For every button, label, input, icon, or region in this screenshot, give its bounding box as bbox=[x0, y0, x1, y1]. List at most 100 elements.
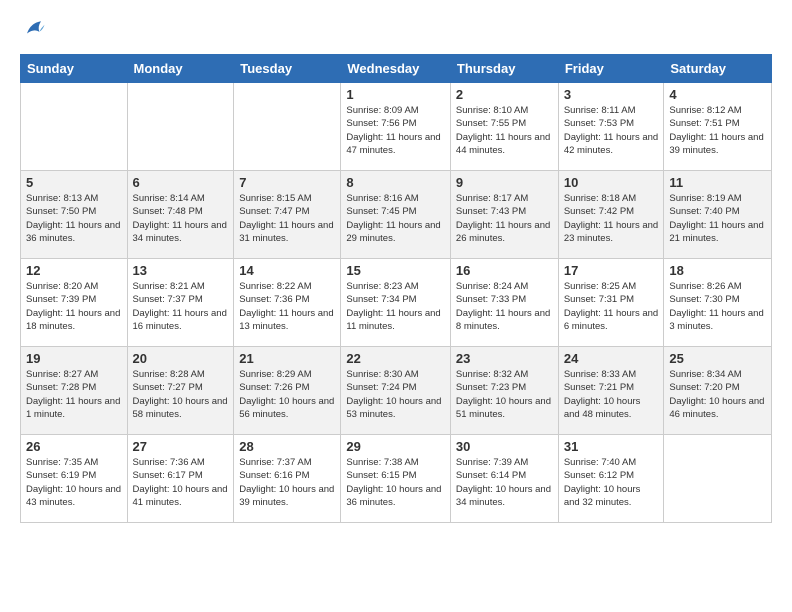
day-number: 29 bbox=[346, 439, 445, 454]
day-number: 8 bbox=[346, 175, 445, 190]
day-number: 19 bbox=[26, 351, 122, 366]
logo-bird-icon bbox=[20, 16, 48, 44]
day-number: 12 bbox=[26, 263, 122, 278]
calendar-cell: 15 Sunrise: 8:23 AM Sunset: 7:34 PM Dayli… bbox=[341, 259, 451, 347]
day-info: Sunrise: 8:16 AM Sunset: 7:45 PM Dayligh… bbox=[346, 192, 445, 245]
day-info: Sunrise: 8:14 AM Sunset: 7:48 PM Dayligh… bbox=[133, 192, 229, 245]
day-info: Sunrise: 8:26 AM Sunset: 7:30 PM Dayligh… bbox=[669, 280, 766, 333]
day-info: Sunrise: 8:12 AM Sunset: 7:51 PM Dayligh… bbox=[669, 104, 766, 157]
day-info: Sunrise: 8:28 AM Sunset: 7:27 PM Dayligh… bbox=[133, 368, 229, 421]
day-number: 6 bbox=[133, 175, 229, 190]
calendar-cell: 30 Sunrise: 7:39 AM Sunset: 6:14 PM Dayli… bbox=[450, 435, 558, 523]
day-info: Sunrise: 8:13 AM Sunset: 7:50 PM Dayligh… bbox=[26, 192, 122, 245]
day-number: 14 bbox=[239, 263, 335, 278]
day-number: 27 bbox=[133, 439, 229, 454]
day-number: 30 bbox=[456, 439, 553, 454]
day-info: Sunrise: 8:17 AM Sunset: 7:43 PM Dayligh… bbox=[456, 192, 553, 245]
day-info: Sunrise: 7:40 AM Sunset: 6:12 PM Dayligh… bbox=[564, 456, 659, 509]
day-info: Sunrise: 8:24 AM Sunset: 7:33 PM Dayligh… bbox=[456, 280, 553, 333]
calendar-cell: 23 Sunrise: 8:32 AM Sunset: 7:23 PM Dayli… bbox=[450, 347, 558, 435]
calendar-cell: 2 Sunrise: 8:10 AM Sunset: 7:55 PM Daylig… bbox=[450, 83, 558, 171]
day-number: 17 bbox=[564, 263, 659, 278]
calendar-cell: 9 Sunrise: 8:17 AM Sunset: 7:43 PM Daylig… bbox=[450, 171, 558, 259]
calendar-cell: 18 Sunrise: 8:26 AM Sunset: 7:30 PM Dayli… bbox=[664, 259, 772, 347]
calendar-cell: 24 Sunrise: 8:33 AM Sunset: 7:21 PM Dayli… bbox=[558, 347, 664, 435]
calendar-cell: 10 Sunrise: 8:18 AM Sunset: 7:42 PM Dayli… bbox=[558, 171, 664, 259]
day-info: Sunrise: 8:34 AM Sunset: 7:20 PM Dayligh… bbox=[669, 368, 766, 421]
calendar-cell: 27 Sunrise: 7:36 AM Sunset: 6:17 PM Dayli… bbox=[127, 435, 234, 523]
day-info: Sunrise: 8:15 AM Sunset: 7:47 PM Dayligh… bbox=[239, 192, 335, 245]
day-info: Sunrise: 7:37 AM Sunset: 6:16 PM Dayligh… bbox=[239, 456, 335, 509]
day-number: 23 bbox=[456, 351, 553, 366]
day-info: Sunrise: 7:38 AM Sunset: 6:15 PM Dayligh… bbox=[346, 456, 445, 509]
logo bbox=[20, 16, 52, 44]
day-info: Sunrise: 8:11 AM Sunset: 7:53 PM Dayligh… bbox=[564, 104, 659, 157]
day-number: 26 bbox=[26, 439, 122, 454]
calendar-cell: 28 Sunrise: 7:37 AM Sunset: 6:16 PM Dayli… bbox=[234, 435, 341, 523]
page: SundayMondayTuesdayWednesdayThursdayFrid… bbox=[0, 0, 792, 612]
weekday-header: Saturday bbox=[664, 55, 772, 83]
calendar-cell: 17 Sunrise: 8:25 AM Sunset: 7:31 PM Dayli… bbox=[558, 259, 664, 347]
header bbox=[20, 16, 772, 44]
calendar-cell bbox=[127, 83, 234, 171]
weekday-header: Tuesday bbox=[234, 55, 341, 83]
day-info: Sunrise: 8:22 AM Sunset: 7:36 PM Dayligh… bbox=[239, 280, 335, 333]
day-number: 18 bbox=[669, 263, 766, 278]
calendar-cell: 4 Sunrise: 8:12 AM Sunset: 7:51 PM Daylig… bbox=[664, 83, 772, 171]
day-number: 22 bbox=[346, 351, 445, 366]
weekday-header: Thursday bbox=[450, 55, 558, 83]
calendar-cell: 12 Sunrise: 8:20 AM Sunset: 7:39 PM Dayli… bbox=[21, 259, 128, 347]
day-number: 25 bbox=[669, 351, 766, 366]
calendar-week-row: 1 Sunrise: 8:09 AM Sunset: 7:56 PM Daylig… bbox=[21, 83, 772, 171]
day-info: Sunrise: 8:30 AM Sunset: 7:24 PM Dayligh… bbox=[346, 368, 445, 421]
calendar-cell: 7 Sunrise: 8:15 AM Sunset: 7:47 PM Daylig… bbox=[234, 171, 341, 259]
calendar-header-row: SundayMondayTuesdayWednesdayThursdayFrid… bbox=[21, 55, 772, 83]
calendar-cell: 20 Sunrise: 8:28 AM Sunset: 7:27 PM Dayli… bbox=[127, 347, 234, 435]
calendar-cell: 8 Sunrise: 8:16 AM Sunset: 7:45 PM Daylig… bbox=[341, 171, 451, 259]
calendar-week-row: 5 Sunrise: 8:13 AM Sunset: 7:50 PM Daylig… bbox=[21, 171, 772, 259]
weekday-header: Monday bbox=[127, 55, 234, 83]
day-info: Sunrise: 8:20 AM Sunset: 7:39 PM Dayligh… bbox=[26, 280, 122, 333]
day-number: 15 bbox=[346, 263, 445, 278]
day-info: Sunrise: 8:18 AM Sunset: 7:42 PM Dayligh… bbox=[564, 192, 659, 245]
calendar-cell: 3 Sunrise: 8:11 AM Sunset: 7:53 PM Daylig… bbox=[558, 83, 664, 171]
day-number: 4 bbox=[669, 87, 766, 102]
calendar-cell: 6 Sunrise: 8:14 AM Sunset: 7:48 PM Daylig… bbox=[127, 171, 234, 259]
day-info: Sunrise: 8:25 AM Sunset: 7:31 PM Dayligh… bbox=[564, 280, 659, 333]
day-info: Sunrise: 8:23 AM Sunset: 7:34 PM Dayligh… bbox=[346, 280, 445, 333]
calendar-cell: 11Sunrise: 8:19 AM Sunset: 7:40 PM Dayli… bbox=[664, 171, 772, 259]
day-number: 2 bbox=[456, 87, 553, 102]
calendar-week-row: 26 Sunrise: 7:35 AM Sunset: 6:19 PM Dayli… bbox=[21, 435, 772, 523]
day-number: 5 bbox=[26, 175, 122, 190]
calendar-cell bbox=[21, 83, 128, 171]
day-number: 13 bbox=[133, 263, 229, 278]
calendar-week-row: 19 Sunrise: 8:27 AM Sunset: 7:28 PM Dayli… bbox=[21, 347, 772, 435]
day-number: 10 bbox=[564, 175, 659, 190]
calendar-cell: 26 Sunrise: 7:35 AM Sunset: 6:19 PM Dayli… bbox=[21, 435, 128, 523]
day-info: Sunrise: 8:27 AM Sunset: 7:28 PM Dayligh… bbox=[26, 368, 122, 421]
weekday-header: Sunday bbox=[21, 55, 128, 83]
weekday-header: Wednesday bbox=[341, 55, 451, 83]
day-number: 7 bbox=[239, 175, 335, 190]
day-info: Sunrise: 7:39 AM Sunset: 6:14 PM Dayligh… bbox=[456, 456, 553, 509]
calendar-cell: 14 Sunrise: 8:22 AM Sunset: 7:36 PM Dayli… bbox=[234, 259, 341, 347]
calendar-table: SundayMondayTuesdayWednesdayThursdayFrid… bbox=[20, 54, 772, 523]
day-info: Sunrise: 8:32 AM Sunset: 7:23 PM Dayligh… bbox=[456, 368, 553, 421]
day-info: Sunrise: 7:36 AM Sunset: 6:17 PM Dayligh… bbox=[133, 456, 229, 509]
calendar-cell: 16Sunrise: 8:24 AM Sunset: 7:33 PM Dayli… bbox=[450, 259, 558, 347]
day-info: Sunrise: 7:35 AM Sunset: 6:19 PM Dayligh… bbox=[26, 456, 122, 509]
day-info: Sunrise: 8:09 AM Sunset: 7:56 PM Dayligh… bbox=[346, 104, 445, 157]
day-number: 1 bbox=[346, 87, 445, 102]
day-info: Sunrise: 8:29 AM Sunset: 7:26 PM Dayligh… bbox=[239, 368, 335, 421]
day-number: 28 bbox=[239, 439, 335, 454]
day-number: 3 bbox=[564, 87, 659, 102]
day-info: Sunrise: 8:10 AM Sunset: 7:55 PM Dayligh… bbox=[456, 104, 553, 157]
day-info: Sunrise: 8:21 AM Sunset: 7:37 PM Dayligh… bbox=[133, 280, 229, 333]
day-number: 9 bbox=[456, 175, 553, 190]
day-info: Sunrise: 8:33 AM Sunset: 7:21 PM Dayligh… bbox=[564, 368, 659, 421]
day-number: 20 bbox=[133, 351, 229, 366]
day-number: 11 bbox=[669, 175, 766, 190]
day-number: 24 bbox=[564, 351, 659, 366]
calendar-week-row: 12 Sunrise: 8:20 AM Sunset: 7:39 PM Dayli… bbox=[21, 259, 772, 347]
weekday-header: Friday bbox=[558, 55, 664, 83]
